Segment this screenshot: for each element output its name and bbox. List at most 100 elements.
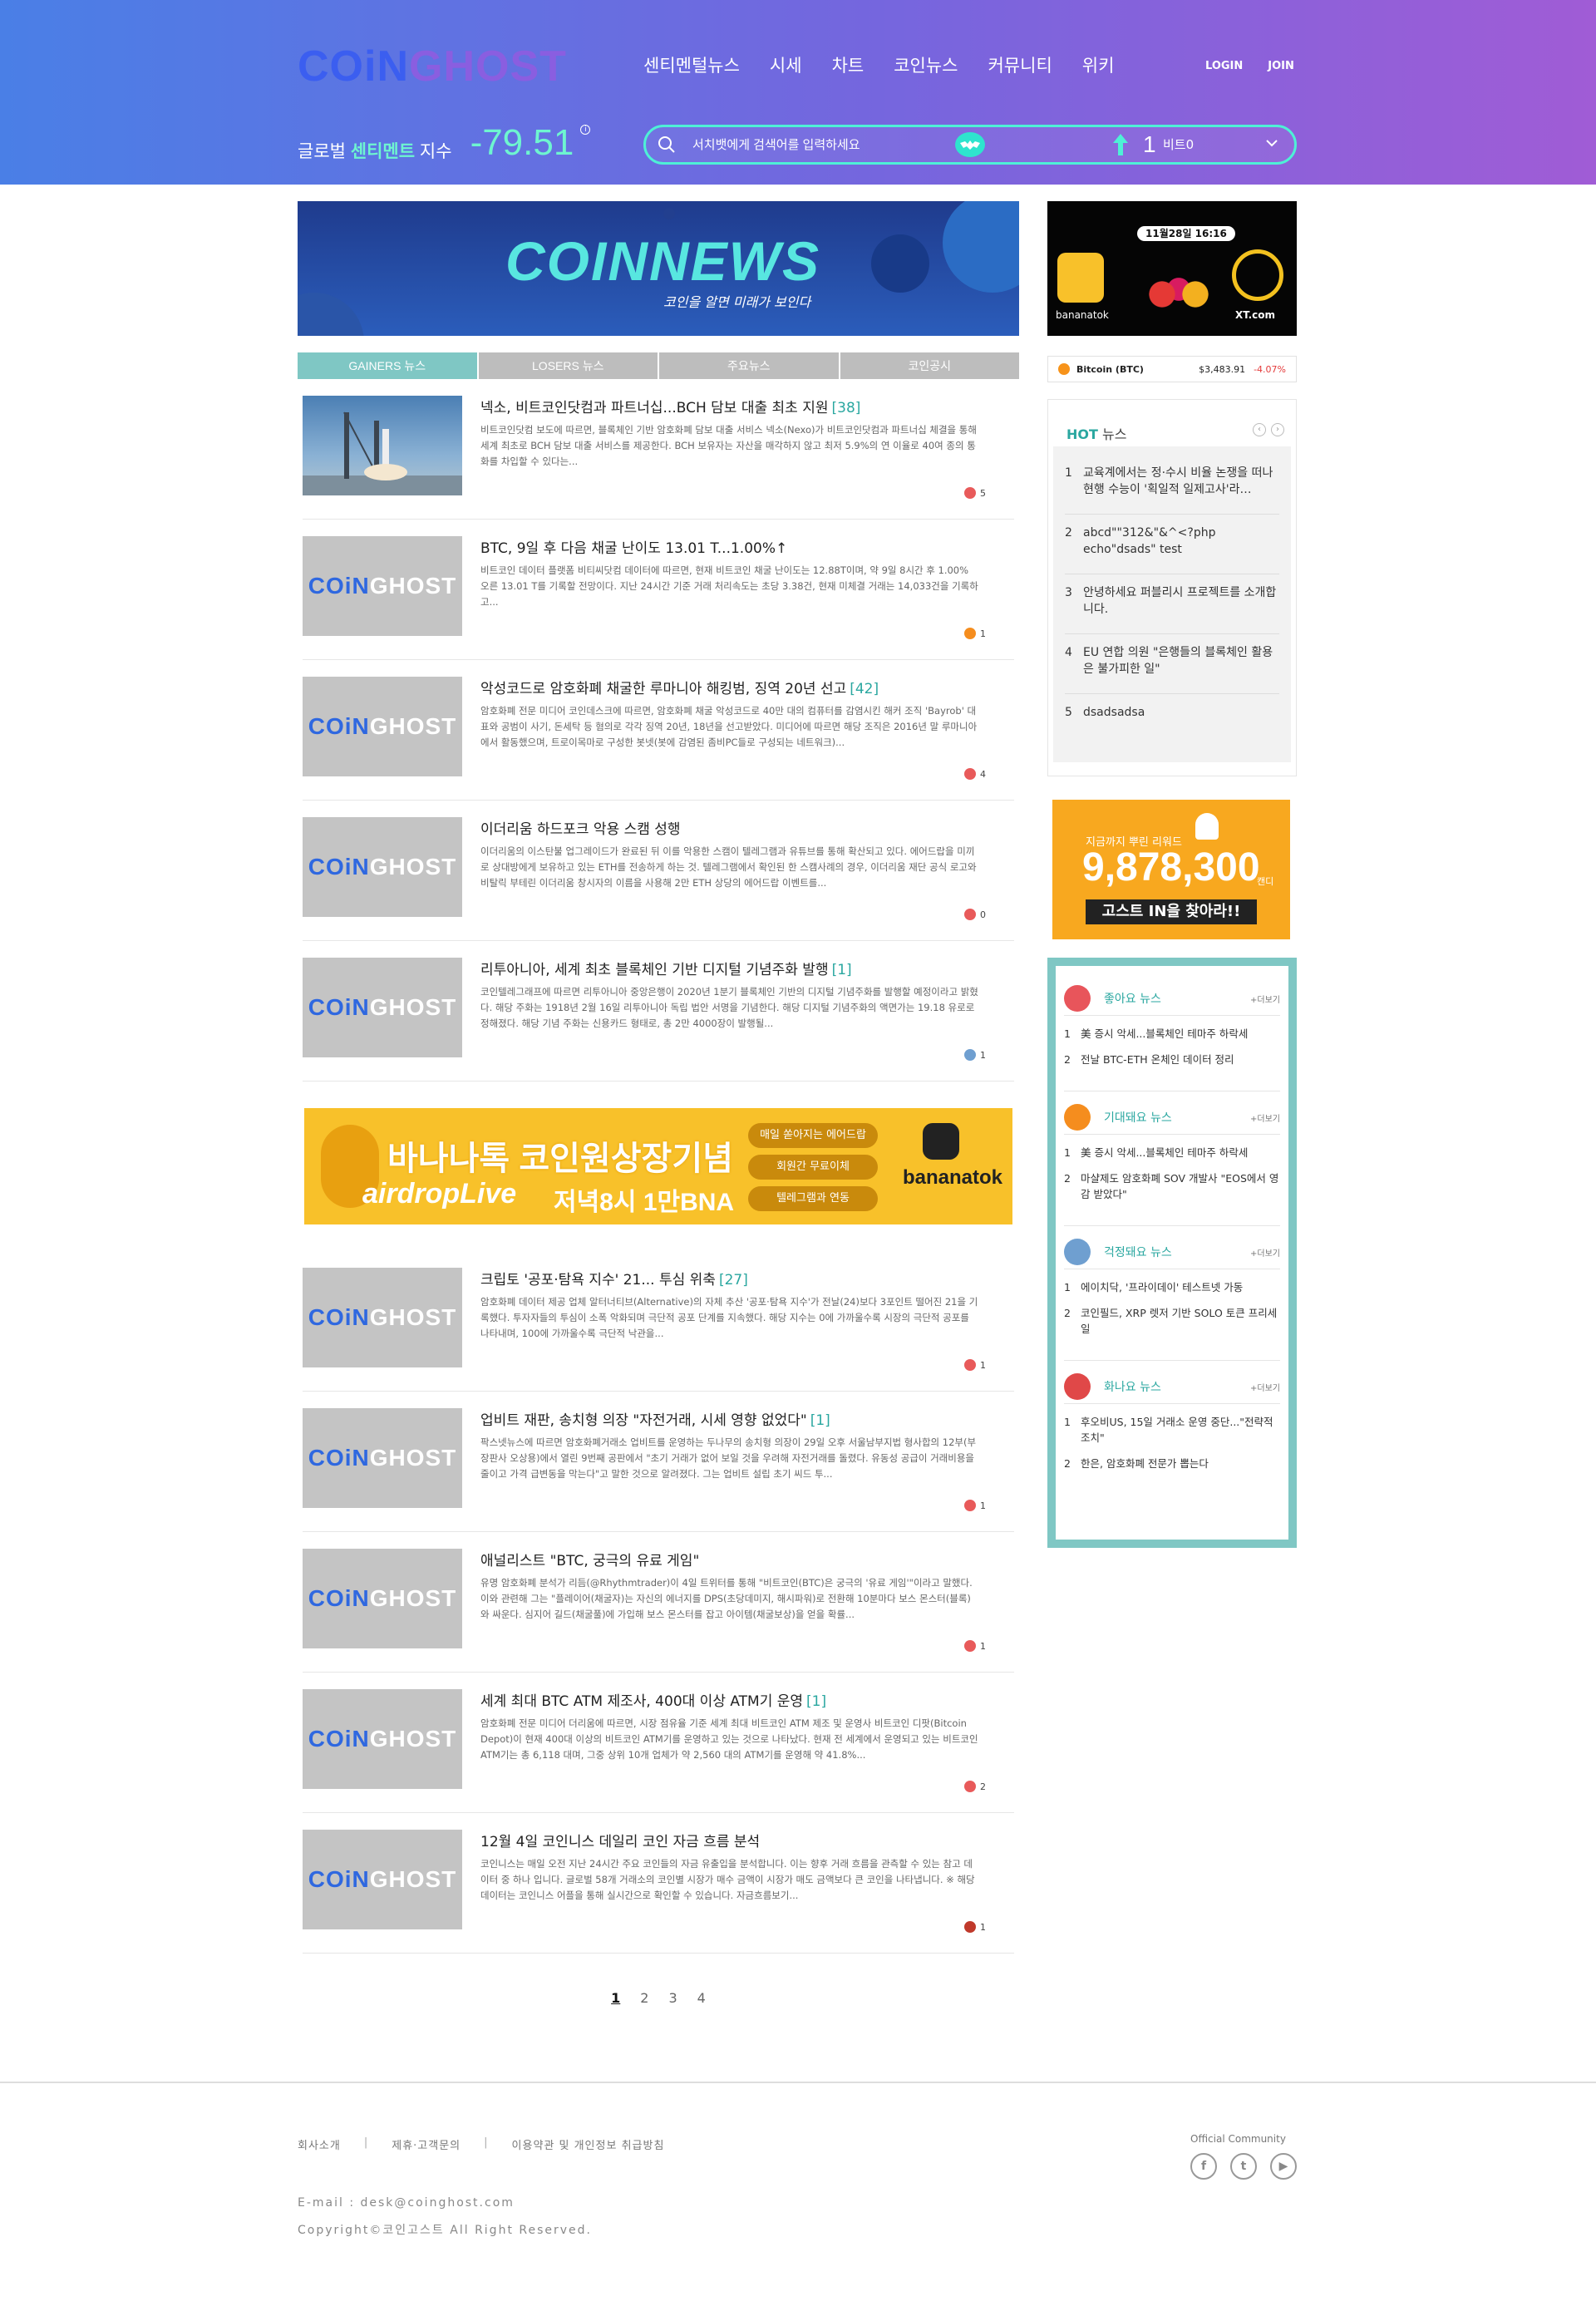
thumb-logo-ghost: GHOST (369, 1445, 457, 1471)
nav-sentiment-news[interactable]: 센티멘털뉴스 (643, 53, 740, 80)
article-thumbnail[interactable]: COiNGHOST (303, 677, 462, 776)
more-link[interactable]: +더보기 (1250, 993, 1280, 1005)
reaction-count: 5 (964, 487, 986, 499)
twitter-icon[interactable]: t (1230, 2153, 1257, 2180)
page-link[interactable]: 1 (611, 1990, 620, 2006)
nav-chart[interactable]: 차트 (832, 53, 864, 80)
thumbnail-logo: COiNGHOST (303, 573, 462, 599)
tab-main-news[interactable]: 주요뉴스 (659, 352, 839, 379)
article-item[interactable]: COiNGHOST 업비트 재판, 송치형 의장 "자전거래, 시세 영향 없었… (303, 1392, 1014, 1532)
emotion-item[interactable]: 1 후오비US, 15일 거래소 운영 중단..."전략적 조치" (1064, 1414, 1280, 1446)
article-item[interactable]: COiNGHOST BTC, 9일 후 다음 채굴 난이도 13.01 T...… (303, 520, 1014, 660)
more-link[interactable]: +더보기 (1250, 1246, 1280, 1259)
article-title[interactable]: 악성코드로 암호화폐 채굴한 루마니아 해킹범, 징역 20년 선고 [42] (480, 677, 996, 697)
page-link[interactable]: 3 (668, 1990, 677, 2006)
ad-date: 11월28일 16:16 (1137, 226, 1235, 241)
article-thumbnail[interactable]: COiNGHOST (303, 1408, 462, 1508)
article-thumbnail[interactable]: COiNGHOST (303, 1689, 462, 1789)
emotion-item[interactable]: 2 한은, 암호화폐 전문가 뽑는다 (1064, 1456, 1280, 1471)
article-title[interactable]: 크립토 '공포·탐욕 지수' 21... 투심 위축 [27] (480, 1268, 996, 1288)
article-item[interactable]: COiNGHOST 이더리움 하드포크 악용 스캠 성행 이더리움의 이스탄불 … (303, 801, 1014, 941)
tab-gainers[interactable]: GAINERS 뉴스 (298, 352, 477, 379)
nav-community[interactable]: 커뮤니티 (988, 53, 1052, 80)
youtube-icon[interactable]: ▶ (1270, 2153, 1297, 2180)
hot-news-item[interactable]: 5 dsadsadsa (1065, 694, 1279, 754)
article-thumbnail[interactable]: COiNGHOST (303, 1549, 462, 1648)
page-link[interactable]: 2 (640, 1990, 648, 2006)
site-footer: 회사소개 | 제휴·고객문의 | 이용약관 및 개인정보 취급방침 Offici… (0, 2082, 1596, 2301)
emotion-item[interactable]: 1 美 증시 악세...블록체인 테마주 하락세 (1064, 1026, 1280, 1042)
hot-news-list: 1 교육계에서는 정·수시 비율 논쟁을 떠나 현행 수능이 '획일적 일제고사'… (1053, 446, 1291, 762)
bananatok-ad-banner[interactable]: 바나나톡 코인원상장기념 airdropLive 저녁8시 1만BNA 매일 쏟… (304, 1108, 1012, 1224)
side-ad-banner[interactable]: 11월28일 16:16 bananatok XT.com (1047, 201, 1297, 336)
article-title[interactable]: 12월 4일 코인니스 데일리 코인 자금 흐름 분석 (480, 1830, 996, 1850)
coinnews-banner[interactable]: COINNEWS 코인을 알면 미래가 보인다 (298, 201, 1019, 336)
article-thumbnail[interactable] (303, 396, 462, 495)
emotion-item[interactable]: 2 코인필드, XRP 렛저 기반 SOLO 토큰 프리세일 (1064, 1305, 1280, 1337)
search-icon[interactable] (658, 135, 676, 154)
footer-link-about[interactable]: 회사소개 (298, 2136, 341, 2152)
hot-news-item[interactable]: 4 EU 연합 의원 "은행들의 블록체인 활용은 불가피한 일" (1065, 634, 1279, 694)
article-item[interactable]: COiNGHOST 악성코드로 암호화폐 채굴한 루마니아 해킹범, 징역 20… (303, 660, 1014, 801)
footer-link-terms[interactable]: 이용약관 및 개인정보 취급방침 (512, 2136, 665, 2152)
tab-announcements[interactable]: 코인공시 (840, 352, 1019, 379)
emotion-item[interactable]: 1 美 증시 악세...블록체인 테마주 하락세 (1064, 1145, 1280, 1160)
reaction-number: 1 (980, 1921, 986, 1933)
ghost-reward-banner[interactable]: 지금까지 뿌린 리워드 9,878,300 캔디 고스트 IN을 찾아라!! (1052, 800, 1290, 939)
article-item[interactable]: COiNGHOST 크립토 '공포·탐욕 지수' 21... 투심 위축 [27]… (303, 1251, 1014, 1392)
comment-count: [1] (810, 1412, 830, 1429)
emotion-item[interactable]: 1 에이치닥, '프라이데이' 테스트넷 가동 (1064, 1279, 1280, 1295)
page-link[interactable]: 4 (697, 1990, 706, 2006)
article-thumbnail[interactable]: COiNGHOST (303, 958, 462, 1057)
login-link[interactable]: LOGIN (1205, 60, 1243, 72)
find-ghost-button[interactable]: 고스트 IN을 찾아라!! (1086, 899, 1257, 924)
article-title[interactable]: 넥소, 비트코인닷컴과 파트너십...BCH 담보 대출 최초 지원 [38] (480, 396, 996, 416)
thumb-logo-coin: COiN (308, 1585, 370, 1611)
search-input[interactable] (692, 127, 942, 162)
article-title-text: 이더리움 하드포크 악용 스캠 성행 (480, 821, 681, 838)
article-summary: 암호화폐 전문 미디어 더리움에 따르면, 시장 점유율 기준 세계 최대 비트… (480, 1717, 978, 1761)
tab-losers[interactable]: LOSERS 뉴스 (478, 352, 658, 379)
chevron-left-icon[interactable]: ‹ (1253, 423, 1266, 436)
article-item[interactable]: COiNGHOST 세계 최대 BTC ATM 제조사, 400대 이상 ATM… (303, 1673, 1014, 1813)
article-thumbnail[interactable]: COiNGHOST (303, 1268, 462, 1367)
footer-link-contact[interactable]: 제휴·고객문의 (392, 2136, 461, 2152)
article-item[interactable]: COiNGHOST 애널리스트 "BTC, 궁극의 유료 게임" 유명 암호화폐… (303, 1532, 1014, 1673)
article-item[interactable]: 넥소, 비트코인닷컴과 파트너십...BCH 담보 대출 최초 지원 [38] 비… (303, 379, 1014, 520)
item-text: EU 연합 의원 "은행들의 블록체인 활용은 불가피한 일" (1083, 646, 1273, 676)
more-link[interactable]: +더보기 (1250, 1381, 1280, 1393)
emotion-item[interactable]: 2 마샬제도 암호화폐 SOV 개발사 "EOS에서 영감 받았다" (1064, 1170, 1280, 1202)
more-link[interactable]: +더보기 (1250, 1111, 1280, 1124)
ad-airdrop-live: airdropLive (362, 1178, 517, 1210)
nav-market[interactable]: 시세 (770, 53, 802, 80)
article-thumbnail[interactable]: COiNGHOST (303, 817, 462, 917)
nav-wiki[interactable]: 위키 (1082, 53, 1115, 80)
join-link[interactable]: JOIN (1268, 60, 1294, 72)
hot-news-item[interactable]: 3 안녕하세요 퍼블리시 프로젝트를 소개합니다. (1065, 574, 1279, 634)
bat-icon[interactable] (955, 132, 985, 157)
article-title[interactable]: BTC, 9일 후 다음 채굴 난이도 13.01 T...1.00%↑ (480, 536, 996, 557)
article-title[interactable]: 애널리스트 "BTC, 궁극의 유료 게임" (480, 1549, 996, 1569)
hot-news-item[interactable]: 2 abcd""312&"&^<?php echo"dsads" test (1065, 515, 1279, 574)
hot-news-item[interactable]: 1 교육계에서는 정·수시 비율 논쟁을 떠나 현행 수능이 '획일적 일제고사'… (1065, 455, 1279, 515)
item-text: 코인필드, XRP 렛저 기반 SOLO 토큰 프리세일 (1081, 1307, 1278, 1335)
article-item[interactable]: COiNGHOST 12월 4일 코인니스 데일리 코인 자금 흐름 분석 코인… (303, 1813, 1014, 1954)
article-thumbnail[interactable]: COiNGHOST (303, 536, 462, 636)
ad-pill: 텔레그램과 연동 (748, 1186, 878, 1211)
article-title[interactable]: 세계 최대 BTC ATM 제조사, 400대 이상 ATM기 운영 [1] (480, 1689, 996, 1710)
facebook-icon[interactable]: f (1190, 2153, 1217, 2180)
price-ticker[interactable]: Bitcoin (BTC) $3,483.91 -4.07% (1047, 356, 1297, 382)
reaction-number: 1 (980, 1049, 986, 1061)
info-icon[interactable]: i (580, 125, 591, 135)
article-title[interactable]: 리투아니아, 세계 최초 블록체인 기반 디지털 기념주화 발행 [1] (480, 958, 996, 978)
article-title[interactable]: 이더리움 하드포크 악용 스캠 성행 (480, 817, 996, 838)
chevron-right-icon[interactable]: › (1271, 423, 1284, 436)
article-title[interactable]: 업비트 재판, 송치형 의장 "자전거래, 시세 영향 없었다" [1] (480, 1408, 996, 1429)
site-logo[interactable]: COiNGHOST (298, 42, 567, 91)
chevron-down-icon[interactable] (1264, 135, 1279, 150)
article-item[interactable]: COiNGHOST 리투아니아, 세계 최초 블록체인 기반 디지털 기념주화 … (303, 941, 1014, 1082)
article-thumbnail[interactable]: COiNGHOST (303, 1830, 462, 1929)
emotion-item[interactable]: 2 전날 BTC-ETH 온체인 데이터 정리 (1064, 1052, 1280, 1067)
emotion-section-like: 좋아요 뉴스 +더보기 1 美 증시 악세...블록체인 테마주 하락세 2 전날 … (1064, 981, 1280, 1091)
nav-coin-news[interactable]: 코인뉴스 (894, 53, 958, 80)
